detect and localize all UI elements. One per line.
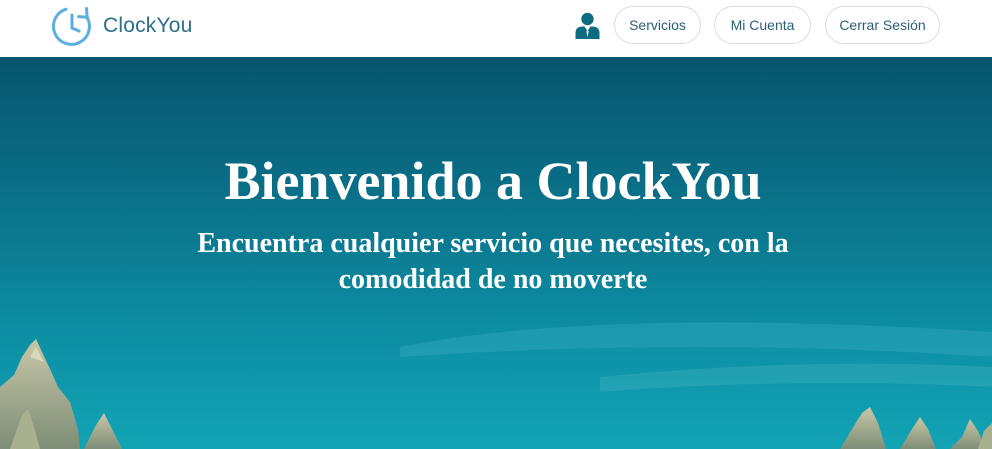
clock-refresh-icon (51, 7, 91, 46)
cerrar-sesion-button[interactable]: Cerrar Sesión (825, 6, 940, 44)
brand-link[interactable]: ClockYou (50, 4, 193, 48)
servicios-button[interactable]: Servicios (614, 6, 701, 44)
mi-cuenta-button[interactable]: Mi Cuenta (714, 6, 811, 44)
hero-subtitle: Encuentra cualquier servicio que necesit… (197, 228, 789, 295)
hero-title: Bienvenido a ClockYou (224, 151, 762, 211)
top-navbar: ClockYou Servicios Mi Cuenta Cerrar Sesi… (0, 0, 992, 57)
brand-name: ClockYou (103, 14, 193, 37)
hero-banner: Bienvenido a ClockYou Encuentra cualquie… (0, 57, 992, 449)
user-suit-icon[interactable] (575, 12, 600, 39)
